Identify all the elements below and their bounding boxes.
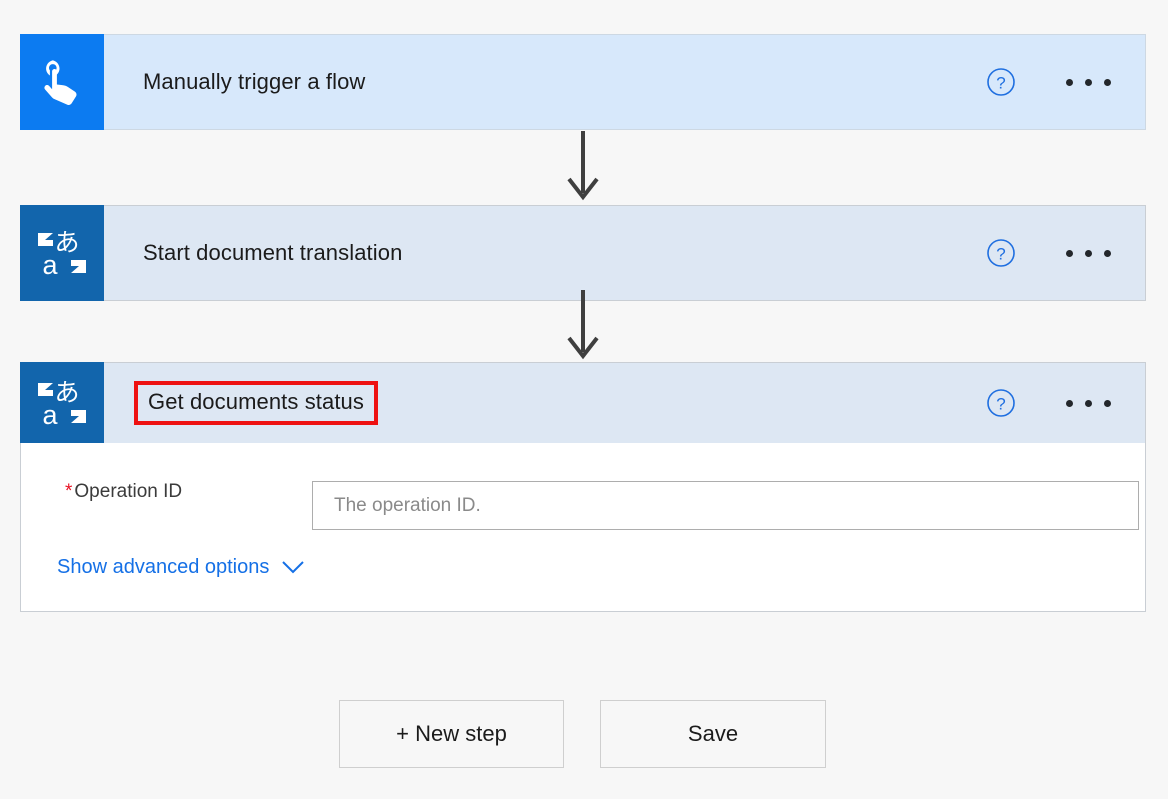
svg-text:あ: あ [54, 378, 79, 407]
show-advanced-options-label: Show advanced options [57, 556, 269, 579]
step-title-highlighted: Get documents status [134, 381, 378, 425]
step-body-get-documents-status: *Operation ID Show advanced options [20, 443, 1146, 612]
flow-designer-canvas: Manually trigger a flow ? [0, 0, 1168, 799]
step-header-actions: ? [986, 35, 1145, 129]
svg-text:?: ? [996, 245, 1005, 264]
more-options-icon[interactable] [1066, 400, 1111, 407]
new-step-button[interactable]: + New step [339, 700, 564, 768]
step-header-actions: ? [986, 363, 1145, 443]
help-circle-icon[interactable]: ? [986, 67, 1016, 97]
flow-step-card-start-document-translation[interactable]: あ a Start document translation ? [20, 205, 1146, 301]
chevron-down-icon [282, 561, 304, 574]
help-circle-icon[interactable]: ? [986, 388, 1016, 418]
step-header-start-document-translation[interactable]: あ a Start document translation ? [20, 205, 1146, 301]
svg-text:?: ? [996, 395, 1005, 414]
step-header-manually-trigger-a-flow[interactable]: Manually trigger a flow ? [20, 34, 1146, 130]
translator-icon: あ a [20, 205, 104, 301]
more-options-icon[interactable] [1066, 79, 1111, 86]
svg-text:a: a [42, 400, 58, 429]
required-asterisk: * [65, 481, 72, 502]
flow-step-card-get-documents-status[interactable]: あ a Get documents status ? [20, 362, 1146, 612]
more-options-icon[interactable] [1066, 250, 1111, 257]
help-circle-icon[interactable]: ? [986, 238, 1016, 268]
operation-id-label-text: Operation ID [74, 481, 182, 502]
step-header-actions: ? [986, 206, 1145, 300]
operation-id-input[interactable] [312, 481, 1139, 530]
svg-text:a: a [42, 250, 58, 279]
step-title: Manually trigger a flow [143, 69, 365, 95]
flow-step-card-trigger[interactable]: Manually trigger a flow ? [20, 34, 1146, 130]
show-advanced-options-link[interactable]: Show advanced options [57, 556, 304, 579]
svg-text:?: ? [996, 74, 1005, 93]
save-button[interactable]: Save [600, 700, 826, 768]
tap-hand-icon [20, 34, 104, 130]
step-header-get-documents-status[interactable]: あ a Get documents status ? [20, 362, 1146, 443]
translator-icon: あ a [20, 362, 104, 444]
down-arrow-icon [566, 131, 600, 203]
operation-id-label: *Operation ID [65, 481, 182, 503]
down-arrow-icon [566, 290, 600, 362]
step-title: Start document translation [143, 240, 402, 266]
svg-text:あ: あ [54, 228, 79, 257]
